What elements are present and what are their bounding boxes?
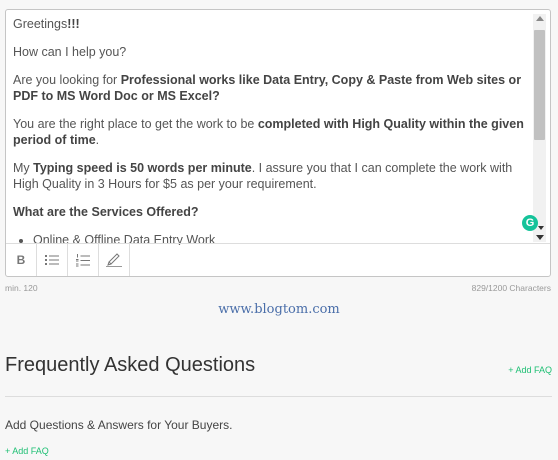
watermark-text: www.blogtom.com <box>218 302 340 317</box>
add-faq-link-bottom[interactable]: + Add FAQ <box>5 446 49 456</box>
min-length-label: min. 120 <box>5 283 38 293</box>
help-line: How can I help you? <box>13 45 127 59</box>
greeting-line: Greetings!!! <box>13 17 80 31</box>
scrollbar-thumb[interactable] <box>534 30 545 140</box>
paragraph-quality: You are the right place to get the work … <box>13 117 524 147</box>
faq-description: Add Questions & Answers for Your Buyers. <box>5 418 233 432</box>
numbered-list-button[interactable] <box>68 244 99 276</box>
faq-section-title: Frequently Asked Questions <box>5 354 256 376</box>
grammarly-caret-icon[interactable] <box>538 226 544 230</box>
paragraph-services-question: Are you looking for Professional works l… <box>13 73 522 103</box>
bulleted-list-button[interactable] <box>37 244 68 276</box>
character-counter: 829/1200 Characters <box>471 283 551 293</box>
faq-divider <box>5 396 552 397</box>
scroll-up-arrow-icon[interactable] <box>536 16 544 21</box>
grammarly-icon[interactable]: G <box>522 215 538 231</box>
highlighter-icon <box>106 253 122 267</box>
bulleted-list-icon <box>45 255 59 265</box>
bold-icon: B <box>16 253 26 267</box>
highlight-button[interactable] <box>99 244 130 276</box>
editor-toolbar: B <box>6 243 550 276</box>
numbered-list-icon <box>76 253 90 266</box>
editor-scrollbar[interactable] <box>533 14 546 242</box>
description-editor[interactable]: Greetings!!! How can I help you? Are you… <box>5 9 551 277</box>
paragraph-typing-speed: My Typing speed is 50 words per minute. … <box>13 161 513 191</box>
bold-button[interactable]: B <box>6 244 37 276</box>
add-faq-link-top[interactable]: + Add FAQ <box>508 365 552 375</box>
scroll-down-arrow-icon[interactable] <box>536 235 544 240</box>
editor-text-area[interactable]: Greetings!!! How can I help you? Are you… <box>6 10 532 245</box>
services-heading: What are the Services Offered? <box>13 205 199 219</box>
